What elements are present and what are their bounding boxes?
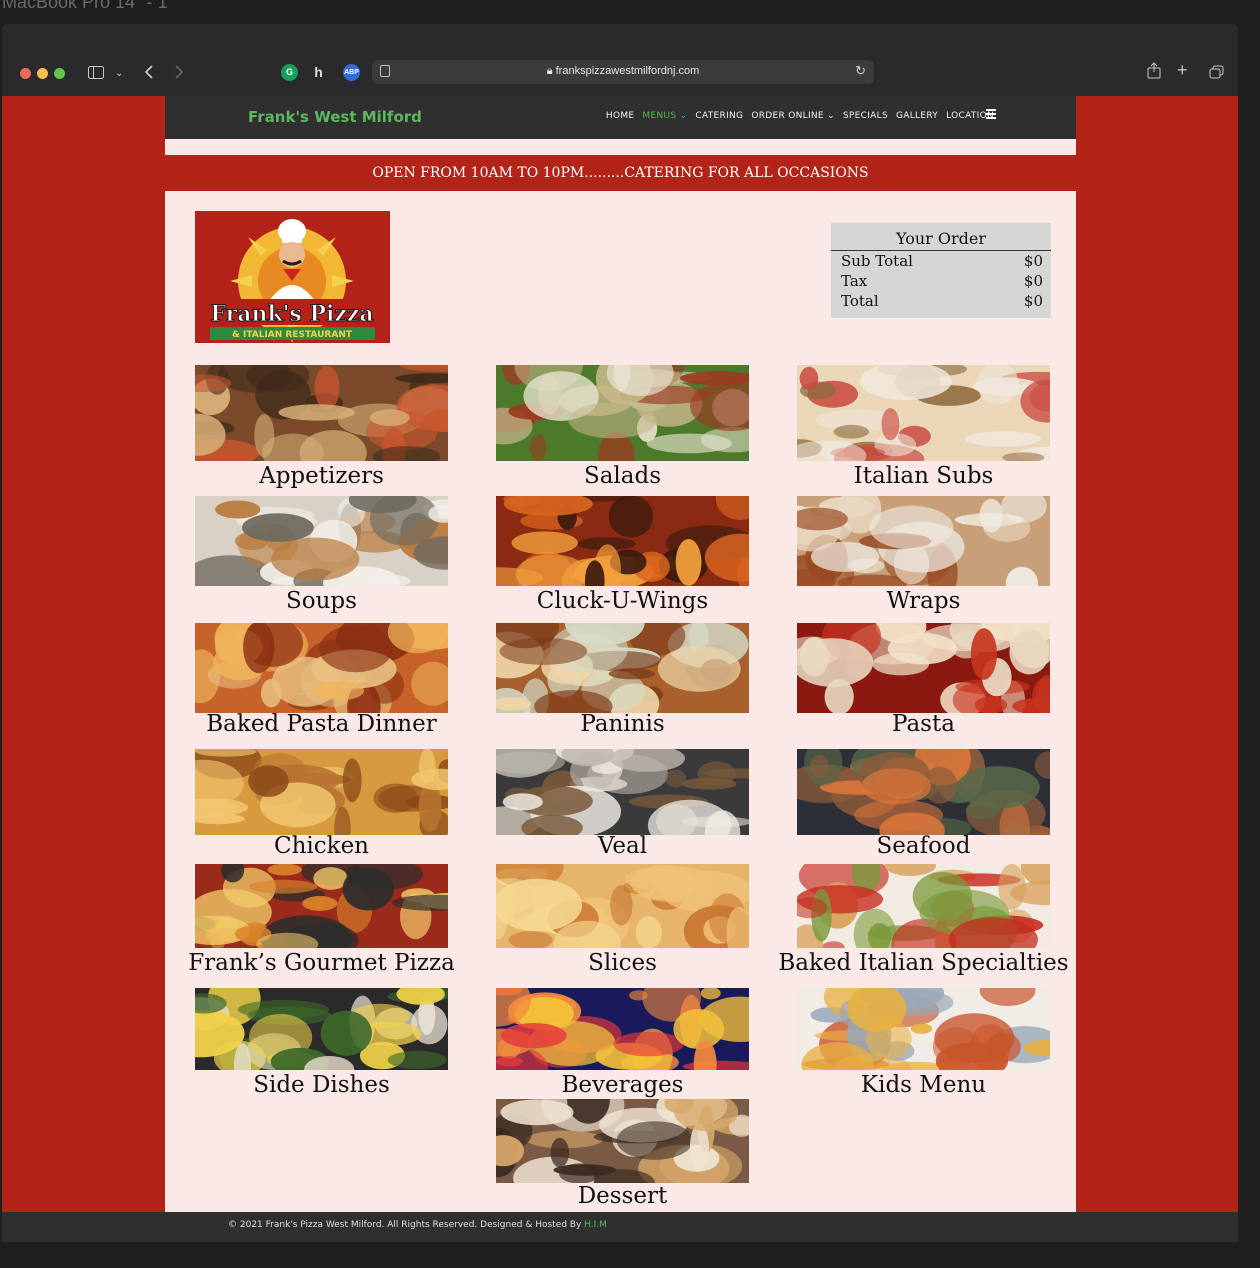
menu-label-baked-pasta-dinner[interactable]: Baked Pasta Dinner xyxy=(155,711,488,737)
web-page: Frank's West Milford HOME MENUS ⌄ CATERING… xyxy=(2,96,1238,1242)
forward-arrow-icon[interactable] xyxy=(174,65,184,79)
menu-image-veal[interactable] xyxy=(496,749,749,835)
menu-label-salads[interactable]: Salads xyxy=(456,463,789,489)
site-footer: © 2021 Frank's Pizza West Milford. All R… xyxy=(2,1212,1238,1242)
menu-image-chicken[interactable] xyxy=(195,749,448,835)
menu-label-slices[interactable]: Slices xyxy=(456,950,789,976)
lock-icon: 🔒︎ xyxy=(546,65,553,77)
menu-image-wraps[interactable] xyxy=(797,496,1050,586)
honey-extension-icon[interactable]: h xyxy=(310,64,327,81)
menu-image-cluck-u-wings[interactable] xyxy=(496,496,749,586)
menu-image-appetizers[interactable] xyxy=(195,365,448,461)
new-tab-icon[interactable]: + xyxy=(1177,61,1188,79)
announcement-banner: OPEN FROM 10AM TO 10PM.........CATERING … xyxy=(372,165,869,181)
zoom-window-button[interactable] xyxy=(54,68,65,79)
order-row-tax: Tax $0 xyxy=(841,272,1043,290)
sidebar-icon[interactable] xyxy=(88,66,104,79)
window-title: MacBook Pro 14" - 1 xyxy=(2,0,168,12)
menu-image-italian-subs[interactable] xyxy=(797,365,1050,461)
menu-label-beverages[interactable]: Beverages xyxy=(456,1072,789,1098)
menu-label-side-dishes[interactable]: Side Dishes xyxy=(155,1072,488,1098)
url-text: frankspizzawestmilfordnj.com xyxy=(555,65,700,77)
order-title: Your Order xyxy=(831,223,1051,251)
footer-copyright: © 2021 Frank's Pizza West Milford. All R… xyxy=(228,1220,585,1230)
grammarly-extension-icon[interactable]: G xyxy=(281,64,298,81)
order-row-total: Total $0 xyxy=(841,292,1043,310)
nav-divider-strip xyxy=(165,139,1076,155)
tab-overview-icon[interactable] xyxy=(1209,65,1224,79)
back-arrow-icon[interactable] xyxy=(144,65,154,79)
browser-window: ⌄ G h ABP 🔒︎ frankspizzawestmilfordnj.co… xyxy=(2,24,1238,1242)
menu-label-seafood[interactable]: Seafood xyxy=(757,833,1090,859)
order-summary: Your Order Sub Total $0 Tax $0 Total $0 xyxy=(831,223,1051,318)
menu-label-cluck-u-wings[interactable]: Cluck-U-Wings xyxy=(456,588,789,614)
menu-label-italian-subs[interactable]: Italian Subs xyxy=(757,463,1090,489)
browser-toolbar: ⌄ G h ABP 🔒︎ frankspizzawestmilfordnj.co… xyxy=(2,24,1238,96)
menu-label-baked-italian-specialties[interactable]: Baked Italian Specialties xyxy=(757,950,1090,976)
nav-links: HOME MENUS ⌄ CATERING ORDER ONLINE ⌄ SPECIAL… xyxy=(606,111,994,121)
menu-image-salads[interactable] xyxy=(496,365,749,461)
logo-title: Frank's Pizza xyxy=(210,301,373,327)
nav-link-menus[interactable]: MENUS ⌄ xyxy=(642,111,687,121)
menu-image-paninis[interactable] xyxy=(496,623,749,713)
restaurant-logo[interactable]: Frank's Pizza & ITALIAN RESTAURANT xyxy=(195,211,390,343)
nav-link-gallery[interactable]: GALLERY xyxy=(896,111,938,121)
menu-label-franks-gourmet-pizza[interactable]: Frank’s Gourmet Pizza xyxy=(155,950,488,976)
menu-label-wraps[interactable]: Wraps xyxy=(757,588,1090,614)
hamburger-menu-icon[interactable] xyxy=(986,109,996,121)
menu-label-appetizers[interactable]: Appetizers xyxy=(155,463,488,489)
logo-subtitle: & ITALIAN RESTAURANT xyxy=(232,330,353,340)
reload-icon[interactable]: ↻ xyxy=(855,63,866,79)
menu-image-beverages[interactable] xyxy=(496,988,749,1070)
order-row-subtotal: Sub Total $0 xyxy=(841,252,1043,270)
menu-image-kids-menu[interactable] xyxy=(797,988,1050,1070)
adblock-extension-icon[interactable]: ABP xyxy=(343,64,360,81)
menu-label-chicken[interactable]: Chicken xyxy=(155,833,488,859)
menu-label-soups[interactable]: Soups xyxy=(155,588,488,614)
subtotal-value: $0 xyxy=(1023,252,1043,270)
footer-designer-link[interactable]: H.I.M xyxy=(584,1220,607,1230)
menu-label-paninis[interactable]: Paninis xyxy=(456,711,789,737)
menu-label-kids-menu[interactable]: Kids Menu xyxy=(757,1072,1090,1098)
menu-label-pasta[interactable]: Pasta xyxy=(757,711,1090,737)
menu-image-soups[interactable] xyxy=(195,496,448,586)
menu-image-dessert[interactable] xyxy=(496,1099,749,1183)
nav-link-order-online[interactable]: ORDER ONLINE ⌄ xyxy=(751,111,835,121)
menu-image-slices[interactable] xyxy=(496,864,749,948)
nav-link-catering[interactable]: CATERING xyxy=(695,111,743,121)
nav-link-home[interactable]: HOME xyxy=(606,111,635,121)
menu-image-baked-italian-specialties[interactable] xyxy=(797,864,1050,948)
menu-label-dessert[interactable]: Dessert xyxy=(456,1183,789,1209)
minimize-window-button[interactable] xyxy=(37,68,48,79)
menu-image-baked-pasta-dinner[interactable] xyxy=(195,623,448,713)
menu-image-pasta[interactable] xyxy=(797,623,1050,713)
share-icon[interactable] xyxy=(1147,62,1161,79)
menu-label-veal[interactable]: Veal xyxy=(456,833,789,859)
address-bar[interactable]: 🔒︎ frankspizzawestmilfordnj.com ↻ xyxy=(372,60,874,84)
menu-image-side-dishes[interactable] xyxy=(195,988,448,1070)
chevron-down-icon[interactable]: ⌄ xyxy=(115,66,123,82)
site-navbar: Frank's West Milford HOME MENUS ⌄ CATERING… xyxy=(165,96,1076,139)
close-window-button[interactable] xyxy=(20,68,31,79)
tax-value: $0 xyxy=(1023,272,1043,290)
menu-image-franks-gourmet-pizza[interactable] xyxy=(195,864,448,948)
nav-link-specials[interactable]: SPECIALS xyxy=(843,111,888,121)
window-title-bar: MacBook Pro 14" - 1 xyxy=(0,0,1260,24)
site-brand[interactable]: Frank's West Milford xyxy=(248,108,422,126)
menu-image-seafood[interactable] xyxy=(797,749,1050,835)
main-content: Frank's Pizza & ITALIAN RESTAURANT Your … xyxy=(165,191,1076,1212)
total-value: $0 xyxy=(1023,292,1043,310)
